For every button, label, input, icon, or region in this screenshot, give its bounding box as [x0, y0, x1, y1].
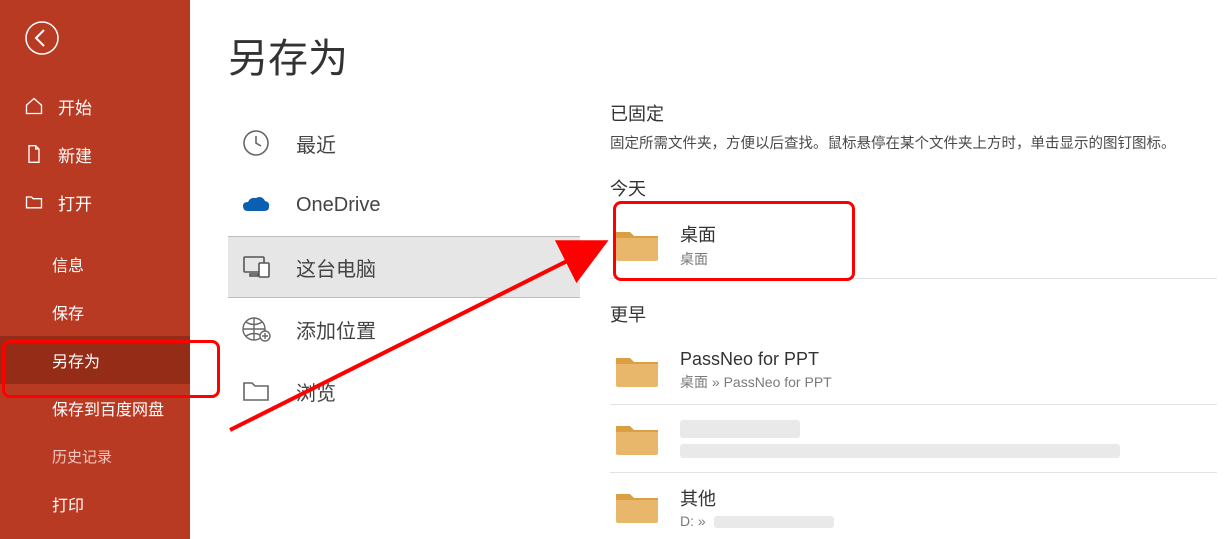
- back-button[interactable]: [22, 18, 62, 58]
- folder-item-redacted-1[interactable]: [610, 405, 1217, 473]
- nav-home[interactable]: 开始: [0, 82, 190, 130]
- folder-path: 桌面 » PassNeo for PPT: [680, 372, 832, 392]
- nav-save[interactable]: 保存: [0, 288, 190, 336]
- nav-new[interactable]: 新建: [0, 130, 190, 178]
- nav-label: 保存: [52, 300, 84, 324]
- nav-save-as[interactable]: 另存为: [0, 336, 190, 384]
- nav-label: 另存为: [52, 348, 100, 372]
- nav-label: 打印: [52, 492, 84, 516]
- page-title: 另存为: [228, 26, 580, 84]
- nav-open[interactable]: 打开: [0, 178, 190, 226]
- folder-name: PassNeo for PPT: [680, 349, 832, 370]
- pc-icon: [238, 249, 274, 285]
- location-recent[interactable]: 最近: [228, 112, 580, 174]
- folder-item-other[interactable]: 其他 D: »: [610, 473, 1217, 539]
- redacted-text: [714, 516, 834, 528]
- folder-icon: [238, 373, 274, 409]
- onedrive-icon: [238, 187, 274, 223]
- folder-list-panel: 已固定 固定所需文件夹，方便以后查找。鼠标悬停在某个文件夹上方时，单击显示的图钉…: [580, 0, 1229, 539]
- nav-label: 新建: [58, 142, 92, 167]
- location-label: 这台电脑: [296, 253, 376, 282]
- location-label: 浏览: [296, 377, 336, 406]
- nav-label: 信息: [52, 252, 84, 276]
- location-thispc[interactable]: 这台电脑: [228, 236, 580, 298]
- location-label: OneDrive: [296, 194, 380, 217]
- folder-icon: [614, 224, 662, 266]
- folder-path: 桌面: [680, 249, 716, 269]
- folder-name: 桌面: [680, 221, 716, 247]
- group-today: 今天: [610, 175, 1217, 201]
- redacted-text: [680, 420, 800, 438]
- file-icon: [24, 144, 44, 164]
- folder-name: 其他: [680, 485, 834, 511]
- nav-label: 保存到百度网盘: [52, 396, 164, 420]
- location-addplace[interactable]: 添加位置: [228, 298, 580, 360]
- clock-icon: [238, 125, 274, 161]
- backstage-sidebar: 开始 新建 打开 信息 保存 另存为 保存到百度网盘 历史记录 打印: [0, 0, 190, 539]
- globe-plus-icon: [238, 311, 274, 347]
- group-earlier: 更早: [610, 301, 1217, 327]
- nav-print[interactable]: 打印: [0, 480, 190, 528]
- nav-save-baidu[interactable]: 保存到百度网盘: [0, 384, 190, 432]
- nav-label: 历史记录: [52, 446, 112, 467]
- pinned-subtext: 固定所需文件夹，方便以后查找。鼠标悬停在某个文件夹上方时，单击显示的图钉图标。: [610, 132, 1217, 153]
- nav-label: 打开: [58, 190, 92, 215]
- folder-icon: [614, 486, 662, 528]
- location-browse[interactable]: 浏览: [228, 360, 580, 422]
- folder-item-passneo[interactable]: PassNeo for PPT 桌面 » PassNeo for PPT: [610, 337, 1217, 405]
- folder-open-icon: [24, 192, 44, 212]
- nav-info[interactable]: 信息: [0, 240, 190, 288]
- folder-item-desktop[interactable]: 桌面 桌面: [610, 211, 1217, 279]
- location-label: 添加位置: [296, 315, 376, 344]
- nav-history[interactable]: 历史记录: [0, 432, 190, 480]
- pinned-heading: 已固定: [610, 100, 1217, 126]
- location-label: 最近: [296, 129, 336, 158]
- folder-icon: [614, 418, 662, 460]
- home-icon: [24, 96, 44, 116]
- nav-label: 开始: [58, 94, 92, 119]
- folder-icon: [614, 350, 662, 392]
- save-as-locations: 另存为 最近 OneDrive 这台电脑 添加位置 浏览: [190, 0, 580, 539]
- redacted-text: [680, 444, 1120, 458]
- folder-path: D: »: [680, 513, 834, 529]
- location-onedrive[interactable]: OneDrive: [228, 174, 580, 236]
